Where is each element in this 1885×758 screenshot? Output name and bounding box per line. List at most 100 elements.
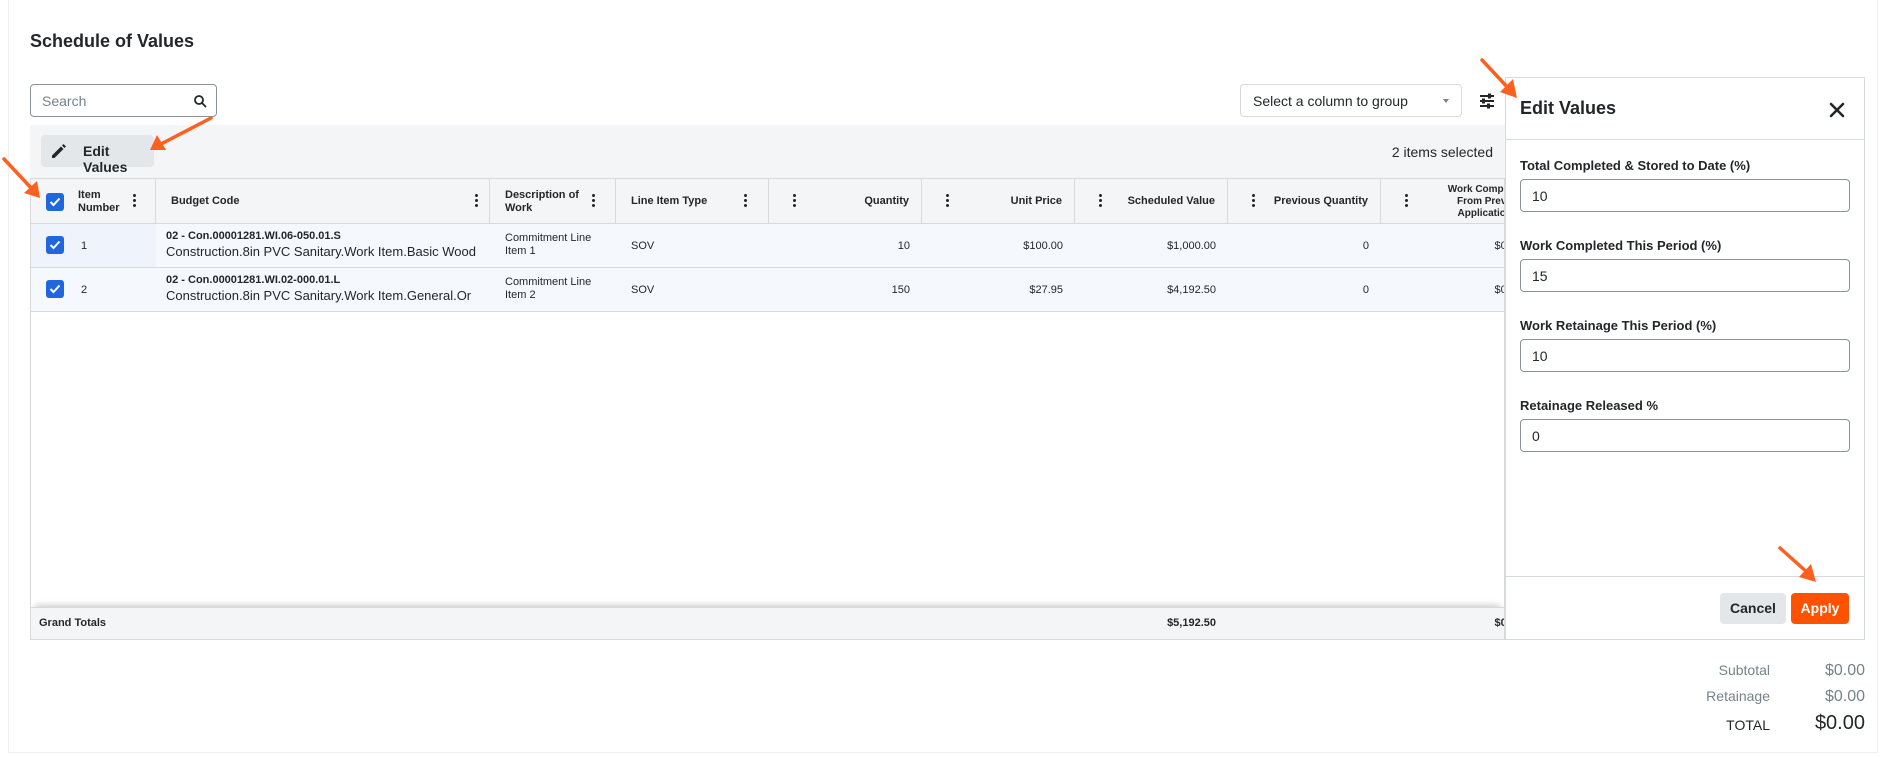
line-item-type: SOV	[631, 239, 655, 252]
quantity-cell: 10	[769, 224, 922, 267]
work-completed-period-input[interactable]	[1521, 260, 1821, 291]
apply-button[interactable]: Apply	[1791, 593, 1849, 624]
schedule-of-values-table: Item Number Budget Code Description of W…	[30, 178, 1505, 640]
kebab-menu-icon[interactable]	[475, 194, 479, 208]
close-icon[interactable]	[1828, 101, 1846, 119]
header-unit-price[interactable]: Unit Price	[922, 179, 1075, 224]
grand-total-work-completed: $0.00	[1494, 617, 1504, 629]
kebab-menu-icon[interactable]	[592, 194, 596, 208]
header-label: Scheduled Value	[1127, 195, 1215, 207]
annotation-arrow	[1778, 546, 1816, 582]
panel-title: Edit Values	[1520, 98, 1617, 118]
header-scheduled-value[interactable]: Scheduled Value	[1075, 179, 1228, 224]
panel-header: Edit Values	[1506, 78, 1864, 140]
header-label: Line Item Type	[631, 195, 708, 207]
pencil-icon	[52, 144, 66, 158]
total-completed-input[interactable]	[1521, 180, 1821, 211]
check-icon	[49, 240, 61, 250]
scheduled-value: $1,000.00	[1167, 239, 1216, 252]
work-completed-prev-cell: $0.00	[1381, 268, 1504, 311]
budget-code: 02 - Con.00001281.WI.06-050.01.S	[166, 230, 341, 242]
kebab-menu-icon[interactable]	[793, 194, 797, 208]
header-item-number[interactable]: Item Number	[31, 179, 156, 224]
header-label: Description of Work	[505, 188, 579, 214]
work-retainage-period-input[interactable]	[1521, 340, 1821, 371]
selected-count: 2 items selected	[1391, 144, 1493, 160]
annotation-arrow	[2, 157, 40, 198]
annotation-arrow	[1480, 58, 1517, 98]
retainage-row: Retainage $0.00	[1565, 688, 1865, 708]
budget-code-description: Construction.8in PVC Sanitary.Work Item.…	[166, 244, 476, 259]
edit-values-label: Edit Values	[83, 143, 128, 175]
retainage-released-field[interactable]	[1520, 419, 1850, 452]
header-label: Work Completed From Previous Application…	[1447, 183, 1505, 219]
description-line: Commitment Line	[505, 276, 592, 288]
grand-totals-row: Grand Totals $5,192.50 $0.00	[31, 607, 1504, 639]
line-item-type: SOV	[631, 283, 655, 296]
kebab-menu-icon[interactable]	[133, 194, 137, 208]
edit-values-button[interactable]: Edit Values	[41, 135, 154, 175]
header-work-completed-previous[interactable]: Work Completed From Previous Application…	[1381, 179, 1505, 224]
item-number: 2	[81, 283, 88, 296]
retainage-released-input[interactable]	[1521, 420, 1821, 451]
table-row[interactable]: 2 02 - Con.00001281.WI.02-000.01.L Const…	[31, 268, 1504, 312]
header-label: Item Number	[78, 188, 120, 214]
line-item-type-cell: SOV	[616, 268, 769, 311]
table-header: Item Number Budget Code Description of W…	[31, 178, 1504, 224]
scheduled-value: $4,192.50	[1167, 283, 1216, 296]
kebab-menu-icon[interactable]	[744, 194, 748, 208]
header-label: Quantity	[864, 195, 909, 207]
header-line-item-type[interactable]: Line Item Type	[616, 179, 769, 224]
unit-price: $27.95	[1029, 283, 1063, 296]
field-label: Work Completed This Period (%)	[1520, 238, 1722, 253]
header-previous-quantity[interactable]: Previous Quantity	[1228, 179, 1381, 224]
quantity: 150	[891, 283, 910, 296]
group-by-placeholder: Select a column to group	[1253, 93, 1408, 109]
work-completed-period-field[interactable]	[1520, 259, 1850, 292]
unit-price-cell: $100.00	[922, 224, 1075, 267]
scheduled-value-cell: $1,000.00	[1075, 224, 1228, 267]
retainage-label: Retainage	[1706, 688, 1770, 704]
field-label: Retainage Released %	[1520, 398, 1659, 413]
page-title: Schedule of Values	[30, 31, 195, 51]
budget-code: 02 - Con.00001281.WI.02-000.01.L	[166, 274, 341, 286]
kebab-menu-icon[interactable]	[1099, 194, 1103, 208]
previous-quantity-cell: 0	[1228, 224, 1381, 267]
search-box[interactable]	[30, 84, 217, 117]
row-checkbox[interactable]	[46, 236, 64, 254]
kebab-menu-icon[interactable]	[1405, 194, 1409, 208]
search-input[interactable]	[31, 85, 181, 116]
item-number: 1	[81, 239, 88, 252]
annotation-arrow	[150, 116, 213, 150]
unit-price-cell: $27.95	[922, 268, 1075, 311]
header-label: Unit Price	[1010, 195, 1062, 207]
group-by-select[interactable]: Select a column to group	[1240, 84, 1462, 117]
row-checkbox[interactable]	[46, 280, 64, 298]
work-completed-prev-cell: $0.00	[1381, 224, 1504, 267]
subtotal-row: Subtotal $0.00	[1565, 662, 1865, 682]
header-label: Budget Code	[171, 195, 240, 207]
work-retainage-period-field[interactable]	[1520, 339, 1850, 372]
budget-code-cell: 02 - Con.00001281.WI.06-050.01.S Constru…	[156, 224, 490, 267]
total-label: TOTAL	[1726, 717, 1770, 733]
header-description[interactable]: Description of Work	[490, 179, 616, 224]
cancel-button[interactable]: Cancel	[1720, 593, 1786, 624]
table-row[interactable]: 1 02 - Con.00001281.WI.06-050.01.S Const…	[31, 224, 1504, 268]
subtotal-value: $0.00	[1824, 662, 1865, 679]
kebab-menu-icon[interactable]	[946, 194, 950, 208]
previous-quantity: 0	[1362, 283, 1369, 296]
scheduled-value-cell: $4,192.50	[1075, 268, 1228, 311]
grand-totals-label: Grand Totals	[39, 617, 107, 629]
field-label: Work Retainage This Period (%)	[1520, 318, 1717, 333]
header-budget-code[interactable]: Budget Code	[156, 179, 490, 224]
total-completed-field[interactable]	[1520, 179, 1850, 212]
search-icon[interactable]	[193, 94, 207, 108]
subtotal-label: Subtotal	[1718, 662, 1770, 678]
header-quantity[interactable]: Quantity	[769, 179, 922, 224]
budget-code-description: Construction.8in PVC Sanitary.Work Item.…	[166, 288, 472, 303]
unit-price: $100.00	[1023, 239, 1063, 252]
description-cell: Commitment Line Item 2	[490, 268, 616, 311]
select-all-checkbox[interactable]	[46, 193, 64, 211]
kebab-menu-icon[interactable]	[1252, 194, 1256, 208]
previous-quantity-cell: 0	[1228, 268, 1381, 311]
